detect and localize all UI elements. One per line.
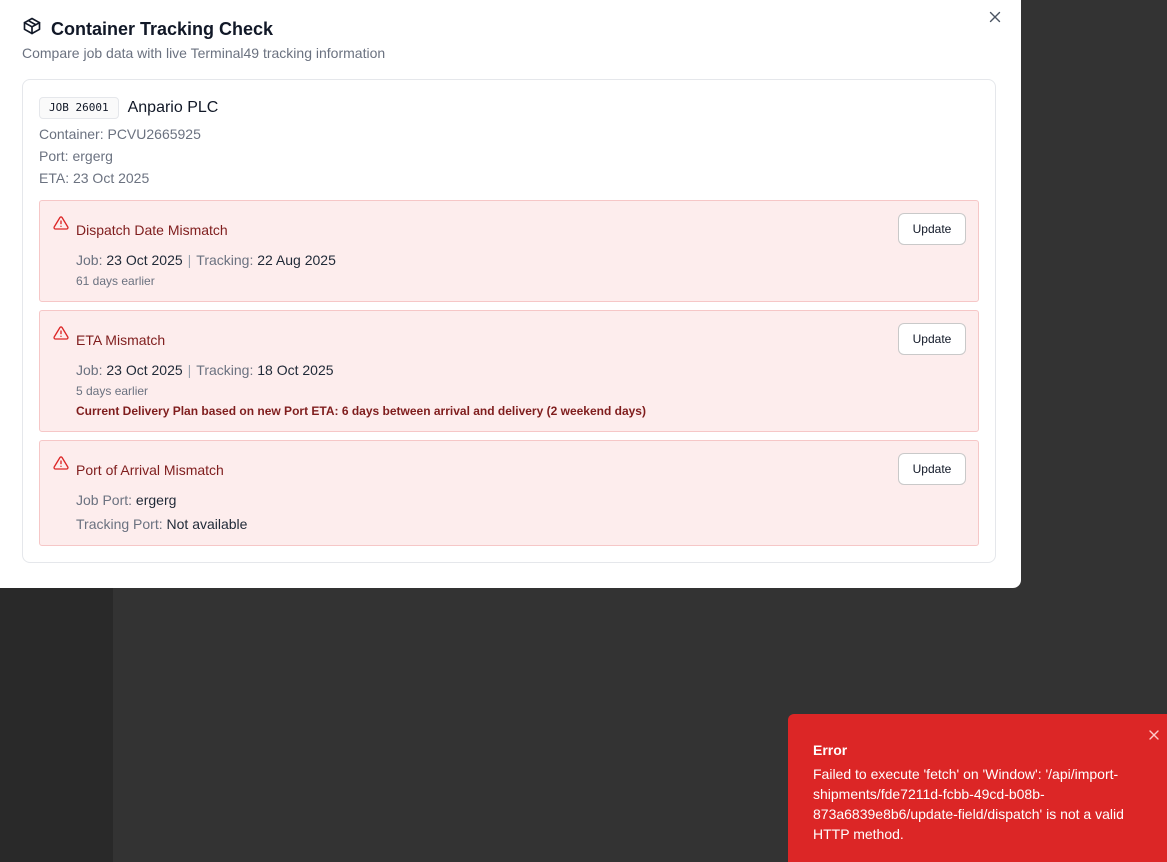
close-icon[interactable]	[1147, 728, 1161, 742]
job-value: 23 Oct 2025	[106, 252, 183, 268]
job-port-line: Job Port: ergerg	[76, 491, 176, 509]
job-label: Job:	[76, 252, 103, 268]
alert-title: Port of Arrival Mismatch	[76, 462, 224, 478]
toast-title: Error	[813, 742, 848, 758]
warning-icon	[53, 456, 69, 470]
dialog-title: Container Tracking Check	[51, 18, 274, 39]
error-toast: Error Failed to execute 'fetch' on 'Wind…	[788, 714, 1167, 862]
alert-note: 5 days earlier	[76, 384, 149, 398]
tracking-value: 22 Aug 2025	[257, 252, 336, 268]
update-eta-button[interactable]: Update	[898, 323, 966, 355]
toast-message: Failed to execute 'fetch' on 'Window': '…	[813, 766, 1124, 842]
close-button[interactable]	[986, 8, 1004, 26]
tracking-label: Tracking:	[196, 252, 254, 268]
eta-mismatch-alert: ETA Mismatch Job: 23 Oct 2025 | Tracking: …	[39, 310, 979, 432]
alert-note: 61 days earlier	[76, 274, 155, 288]
warning-icon	[53, 326, 69, 340]
job-card: JOB 26001 Anpario PLC Container: PCVU266…	[22, 79, 996, 563]
tracking-label: Tracking:	[196, 362, 254, 378]
separator: |	[187, 252, 192, 268]
delivery-plan-note: Current Delivery Plan based on new Port …	[76, 404, 646, 418]
alert-compare-line: Job: 23 Oct 2025 | Tracking: 18 Oct 2025	[76, 361, 334, 379]
job-port-label: Job Port:	[76, 492, 133, 508]
port-mismatch-alert: Port of Arrival Mismatch Job Port: erger…	[39, 440, 979, 546]
update-port-button[interactable]: Update	[898, 453, 966, 485]
alert-compare-line: Job: 23 Oct 2025 | Tracking: 22 Aug 2025	[76, 251, 336, 269]
job-number-badge: JOB 26001	[39, 97, 119, 119]
close-icon	[989, 11, 1001, 23]
update-dispatch-button[interactable]: Update	[898, 213, 966, 245]
alert-title: Dispatch Date Mismatch	[76, 222, 228, 238]
warning-icon	[53, 216, 69, 230]
tracking-check-dialog: Container Tracking Check Compare job dat…	[0, 0, 1021, 588]
job-container: Container: PCVU2665925	[39, 126, 201, 142]
tracking-value: 18 Oct 2025	[257, 362, 334, 378]
job-port-value: ergerg	[135, 492, 177, 508]
job-value: 23 Oct 2025	[106, 362, 183, 378]
dialog-header: Container Tracking Check	[22, 16, 273, 41]
separator: |	[187, 362, 192, 378]
job-port: Port: ergerg	[39, 148, 113, 164]
tracking-port-value: Not available	[166, 516, 248, 532]
job-eta: ETA: 23 Oct 2025	[39, 170, 150, 186]
job-label: Job:	[76, 362, 103, 378]
package-icon	[22, 16, 42, 41]
dispatch-mismatch-alert: Dispatch Date Mismatch Job: 23 Oct 2025 |…	[39, 200, 979, 302]
job-header: JOB 26001 Anpario PLC	[39, 97, 218, 119]
tracking-port-line: Tracking Port: Not available	[76, 515, 247, 533]
alert-title: ETA Mismatch	[76, 332, 166, 348]
dialog-subtitle: Compare job data with live Terminal49 tr…	[22, 45, 386, 61]
tracking-port-label: Tracking Port:	[76, 516, 163, 532]
job-company: Anpario PLC	[127, 99, 219, 116]
